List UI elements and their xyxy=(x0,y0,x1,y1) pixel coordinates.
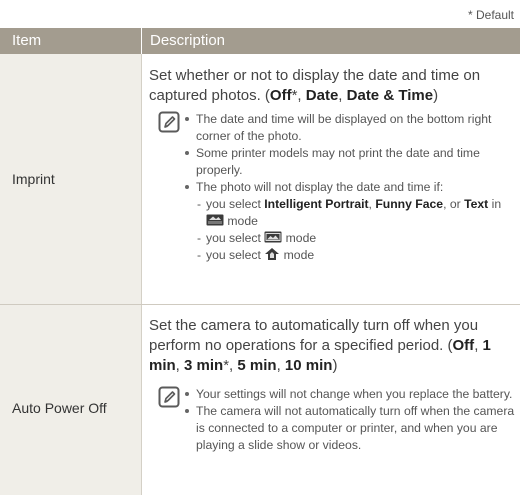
option-funny-face: Funny Face xyxy=(375,197,444,211)
imprint-subnote-2: you select mode xyxy=(183,230,518,247)
imprint-option-off: Off xyxy=(269,87,292,104)
subnote-2-mode: mode xyxy=(285,231,317,245)
settings-table-page: * Default Item Description Imprint Set w… xyxy=(0,0,520,495)
panorama-mode-icon xyxy=(264,231,282,243)
subnote-1-mode: mode xyxy=(227,214,258,228)
table-header: Item Description xyxy=(0,28,520,54)
option-text: Text xyxy=(464,197,489,211)
subnote-2-prefix: you select xyxy=(206,231,261,245)
imprint-notes: The date and time will be displayed on t… xyxy=(183,111,518,264)
scene-mode-icon xyxy=(206,214,224,226)
imprint-subnote-3: you select mode xyxy=(183,247,518,264)
imprint-option-date-time: Date & Time xyxy=(346,87,434,104)
apo-option-10min: 10 min xyxy=(284,357,333,374)
imprint-note-2: Some printer models may not print the da… xyxy=(183,145,518,179)
imprint-option-date: Date xyxy=(305,87,339,104)
apo-option-3min: 3 min xyxy=(184,357,224,374)
default-footnote: * Default xyxy=(467,8,514,22)
auto-power-off-description: Set the camera to automatically turn off… xyxy=(149,317,491,374)
imprint-note-3: The photo will not display the date and … xyxy=(183,179,518,196)
apo-option-off: Off xyxy=(452,337,475,354)
subnote-1-in: in xyxy=(491,197,502,211)
subnote-3-prefix: you select xyxy=(206,248,261,262)
auto-power-off-desc-text: Set the camera to automatically turn off… xyxy=(149,317,479,354)
header-description: Description xyxy=(150,32,226,49)
imprint-subnote-1: you select Intelligent Portrait, Funny F… xyxy=(183,196,518,230)
imprint-note-1: The date and time will be displayed on t… xyxy=(183,111,518,145)
subnote-1-or: or xyxy=(449,197,461,211)
apo-option-5min: 5 min xyxy=(237,357,277,374)
subnote-1-prefix: you select xyxy=(206,197,261,211)
header-divider xyxy=(141,28,142,54)
option-intelligent-portrait: Intelligent Portrait xyxy=(264,197,369,211)
subnote-3-mode: mode xyxy=(283,248,315,262)
auto-power-off-notes: Your settings will not change when you r… xyxy=(183,386,518,454)
apo-note-1: Your settings will not change when you r… xyxy=(183,386,518,403)
dual-is-mode-icon xyxy=(265,248,280,260)
note-pencil-icon xyxy=(158,386,180,408)
note-pencil-icon xyxy=(158,111,180,133)
item-label-auto-power-off: Auto Power Off xyxy=(12,400,107,416)
item-label-imprint: Imprint xyxy=(12,171,55,187)
apo-note-2: The camera will not automatically turn o… xyxy=(183,403,518,454)
header-item: Item xyxy=(12,32,42,49)
imprint-description: Set whether or not to display the date a… xyxy=(149,67,481,104)
